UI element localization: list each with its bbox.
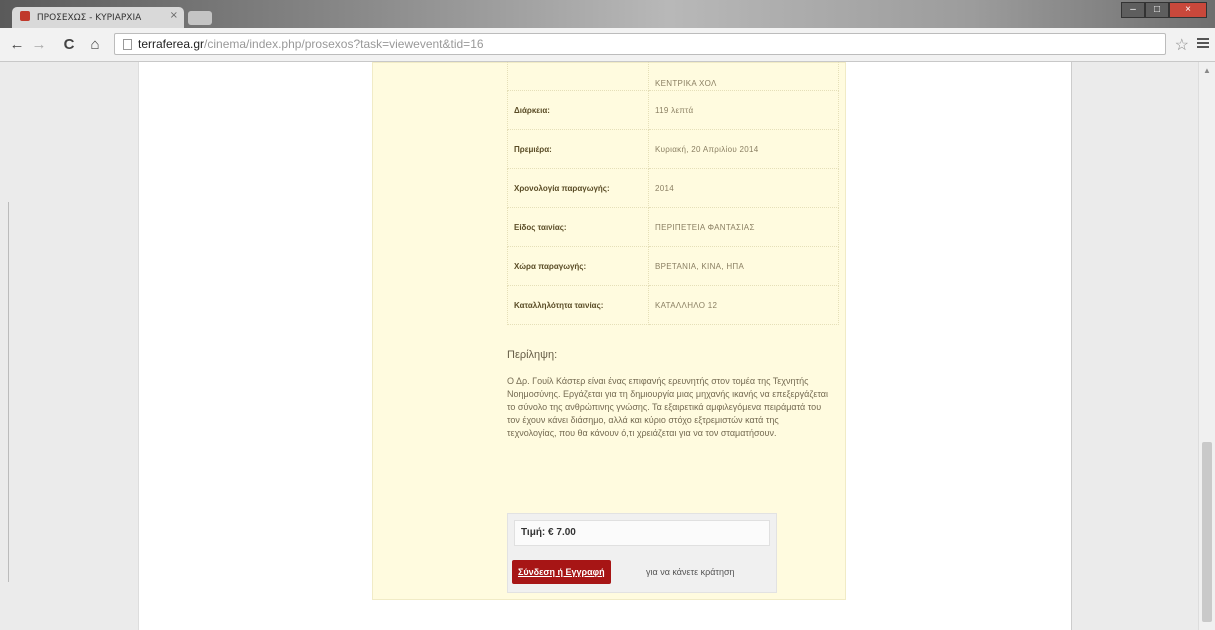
row-value: 119 λεπτά — [648, 90, 839, 130]
row-label: Διάρκεια: — [507, 90, 649, 130]
row-label: Χώρα παραγωγής: — [507, 246, 649, 286]
reload-icon[interactable]: C — [60, 36, 78, 54]
row-value: 2014 — [648, 168, 839, 208]
row-label: Καταλληλότητα ταινίας: — [507, 285, 649, 325]
movie-details-table: ΚΕΝΤΡΙΚΑ ΧΟΛ Διάρκεια: 119 λεπτά Πρεμιέρ… — [507, 62, 839, 325]
synopsis-text: Ο Δρ. Γουίλ Κάστερ είναι ένας επιφανής ε… — [507, 376, 828, 438]
row-label: Χρονολογία παραγωγής: — [507, 168, 649, 208]
row-label: Είδος ταινίας: — [507, 207, 649, 247]
row-value: Κυριακή, 20 Απριλίου 2014 — [648, 129, 839, 169]
new-tab-button[interactable] — [188, 11, 212, 25]
minimize-button[interactable]: – — [1121, 2, 1145, 18]
home-icon[interactable]: ⌂ — [86, 36, 104, 54]
table-row: ΚΕΝΤΡΙΚΑ ΧΟΛ — [507, 62, 839, 91]
booking-box: Τιμή: € 7.00 Σύνδεση ή Εγγραφή για να κά… — [507, 513, 777, 593]
page-viewport: ΚΕΝΤΡΙΚΑ ΧΟΛ Διάρκεια: 119 λεπτά Πρεμιέρ… — [0, 62, 1198, 630]
partial-value: ΚΕΝΤΡΙΚΑ ΧΟΛ — [648, 62, 839, 91]
window-controls: – □ × — [1121, 2, 1207, 18]
site-favicon-icon — [20, 11, 30, 21]
tab-title: ΠΡΟΣΕΧΩΣ - ΚΥΡΙΑΡΧΙΑ — [36, 13, 142, 23]
row-value: ΚΑΤΑΛΛΗΛΟ 12 — [648, 285, 839, 325]
scroll-up-arrow-icon[interactable]: ▲ — [1203, 66, 1211, 75]
row-value: ΠΕΡΙΠΕΤΕΙΑ ΦΑΝΤΑΣΙΑΣ — [648, 207, 839, 247]
window-titlebar: ΠΡΟΣΕΧΩΣ - ΚΥΡΙΑΡΧΙΑ × – □ × — [0, 0, 1215, 28]
row-label: Πρεμιέρα: — [507, 129, 649, 169]
address-bar[interactable]: terraferea.gr/cinema/index.php/prosexos?… — [114, 33, 1166, 55]
synopsis-heading: Περίληψη: — [507, 349, 558, 361]
table-row: Είδος ταινίας: ΠΕΡΙΠΕΤΕΙΑ ΦΑΝΤΑΣΙΑΣ — [507, 207, 839, 247]
browser-tab[interactable]: ΠΡΟΣΕΧΩΣ - ΚΥΡΙΑΡΧΙΑ × — [12, 7, 184, 28]
left-edge-line — [8, 202, 9, 582]
scrollbar-thumb[interactable] — [1202, 442, 1212, 622]
url-host: terraferea.gr — [138, 37, 205, 51]
table-row: Χρονολογία παραγωγής: 2014 — [507, 168, 839, 208]
back-arrow-icon[interactable]: ← — [8, 36, 26, 54]
table-row: Χώρα παραγωγής: ΒΡΕΤΑΝΙΑ, ΚΙΝΑ, ΗΠΑ — [507, 246, 839, 286]
table-row: Διάρκεια: 119 λεπτά — [507, 90, 839, 130]
table-row: Καταλληλότητα ταινίας: ΚΑΤΑΛΛΗΛΟ 12 — [507, 285, 839, 325]
close-window-button[interactable]: × — [1169, 2, 1207, 18]
row-value: ΒΡΕΤΑΝΙΑ, ΚΙΝΑ, ΗΠΑ — [648, 246, 839, 286]
maximize-button[interactable]: □ — [1145, 2, 1169, 18]
reservation-hint: για να κάνετε κράτηση — [646, 567, 735, 577]
event-panel: ΚΕΝΤΡΙΚΑ ΧΟΛ Διάρκεια: 119 λεπτά Πρεμιέρ… — [372, 62, 846, 600]
bookmark-star-icon[interactable]: ☆ — [1175, 35, 1189, 55]
chrome-menu-icon[interactable] — [1197, 36, 1209, 50]
tab-close-icon[interactable]: × — [170, 10, 178, 21]
browser-toolbar: ← → C ⌂ terraferea.gr/cinema/index.php/p… — [0, 28, 1215, 62]
page-icon — [123, 39, 132, 50]
table-row: Πρεμιέρα: Κυριακή, 20 Απριλίου 2014 — [507, 129, 839, 169]
url-path: /cinema/index.php/prosexos?task=vieweven… — [204, 37, 484, 51]
price-label: Τιμή: € 7.00 — [514, 520, 770, 546]
vertical-scrollbar[interactable]: ▲ — [1198, 62, 1215, 630]
login-register-button[interactable]: Σύνδεση ή Εγγραφή — [512, 560, 611, 584]
forward-arrow-icon[interactable]: → — [30, 36, 48, 54]
